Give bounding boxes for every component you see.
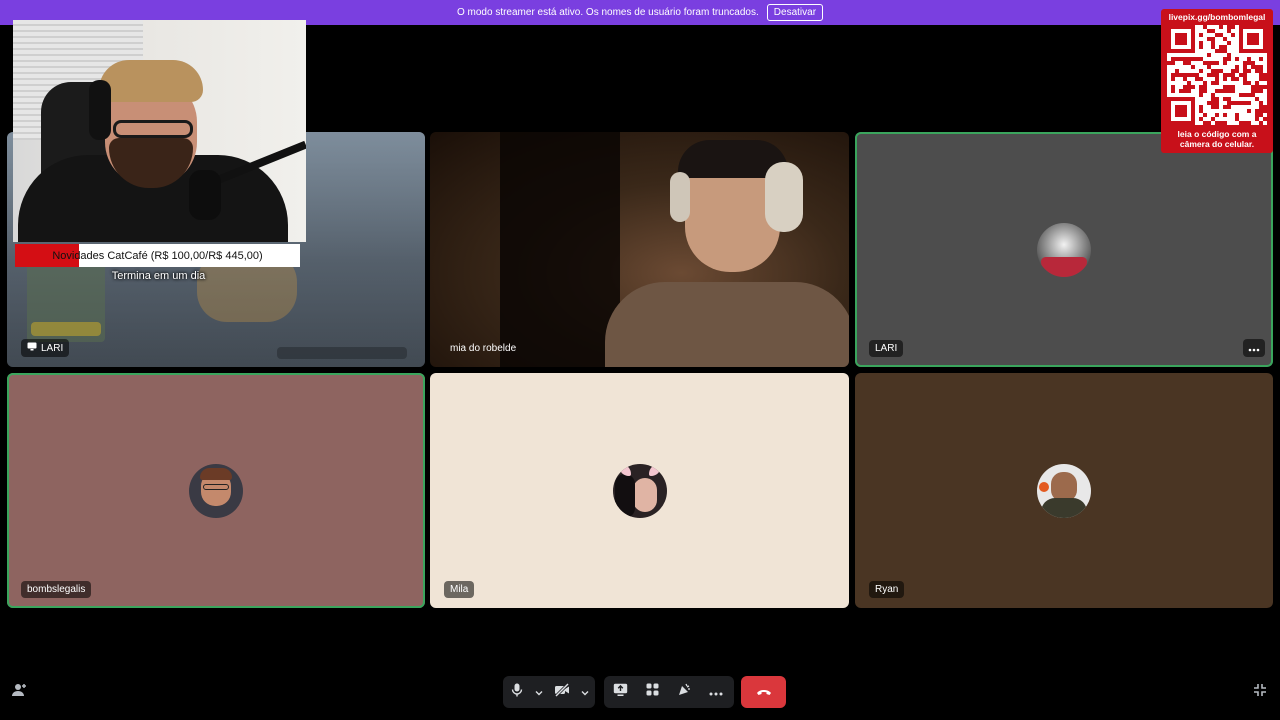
add-user-icon — [11, 682, 27, 703]
activities-icon — [646, 683, 659, 701]
disconnect-button[interactable] — [741, 676, 786, 708]
participant-name-tag: Ryan — [869, 581, 905, 598]
livepix-qr-widget: livepix.gg/bombomlegal leia o código com… — [1161, 9, 1273, 153]
participant-name: mia do robelde — [450, 343, 517, 354]
participant-name: LARI — [875, 343, 898, 354]
call-view: O modo streamer está ativo. Os nomes de … — [0, 0, 1280, 720]
person-shirt — [605, 282, 849, 367]
participant-tile-avatar[interactable]: Ryan — [855, 373, 1273, 608]
camera-button[interactable] — [547, 676, 577, 708]
participant-name-tag: mia do robelde — [444, 340, 522, 357]
avatar-face — [632, 477, 657, 512]
donation-goal-subtitle: Termina em um dia — [111, 270, 206, 282]
chevron-down-icon — [535, 683, 543, 701]
headphones — [765, 162, 803, 232]
room-shadow — [500, 132, 620, 367]
microphone-button[interactable] — [503, 676, 531, 708]
avatar — [612, 463, 667, 518]
qr-url: livepix.gg/bombomlegal — [1168, 12, 1266, 22]
qr-code-icon — [1167, 25, 1267, 125]
participant-tile-camera[interactable]: mia do robelde — [430, 132, 849, 367]
hang-up-icon — [756, 683, 772, 701]
avatar-cat-ear-right — [648, 463, 661, 476]
participant-tile-avatar[interactable]: bombslegalis — [7, 373, 425, 608]
avatar-light — [1039, 481, 1049, 492]
avatar-cat-ear-left — [618, 463, 631, 476]
streamer-webcam-overlay — [13, 20, 306, 242]
more-icon — [1248, 339, 1260, 357]
person-glasses — [113, 120, 193, 138]
avatar-collar — [1041, 256, 1087, 277]
donation-goal-label: Novidades CatCafé (R$ 100,00/R$ 445,00) — [52, 249, 263, 262]
invite-button[interactable] — [9, 682, 29, 702]
microphone-icon — [511, 683, 523, 702]
microphone-options-button[interactable] — [531, 676, 547, 708]
microphone — [189, 170, 221, 220]
chevron-down-icon — [581, 683, 589, 701]
donation-goal-bar: Novidades CatCafé (R$ 100,00/R$ 445,00) — [15, 244, 300, 267]
participant-tile-avatar[interactable]: Mila — [430, 373, 849, 608]
avatar — [1037, 222, 1091, 277]
avatar — [1037, 463, 1091, 518]
more-icon — [709, 683, 723, 701]
headphones-left — [670, 172, 690, 222]
activities-button[interactable] — [636, 676, 668, 708]
screen-share-icon — [613, 683, 628, 702]
shared-screen-button — [31, 322, 101, 336]
participant-name-tag: bombslegalis — [21, 581, 92, 598]
soundboard-icon — [677, 682, 692, 702]
avatar-hair — [614, 473, 635, 518]
more-options-button[interactable] — [700, 676, 732, 708]
avatar-hair — [200, 467, 232, 480]
avatar-glasses — [203, 483, 229, 490]
participant-name-tag: LARI — [21, 339, 70, 357]
camera-options-button[interactable] — [577, 676, 593, 708]
qr-caption-line: leia o código com a — [1177, 129, 1257, 139]
participant-name-tag: LARI — [869, 340, 904, 357]
qr-caption: leia o código com a câmera do celular. — [1161, 129, 1273, 149]
tile-options-button[interactable] — [1243, 339, 1265, 357]
participant-name: Ryan — [875, 584, 899, 595]
camera-off-icon — [554, 682, 570, 702]
qr-caption-line: câmera do celular. — [1179, 139, 1255, 149]
exit-fullscreen-button[interactable] — [1250, 682, 1270, 702]
participant-tile-avatar[interactable]: LARI — [855, 132, 1273, 367]
screen-share-button[interactable] — [604, 676, 636, 708]
participant-name: LARI — [41, 342, 64, 354]
soundboard-button[interactable] — [668, 676, 700, 708]
participant-name: bombslegalis — [27, 584, 86, 595]
avatar-shirt — [1041, 497, 1087, 518]
screen-share-icon — [27, 342, 37, 354]
disable-streamer-mode-button[interactable]: Desativar — [766, 4, 824, 21]
avatar — [189, 463, 243, 518]
participant-name: Mila — [450, 584, 469, 595]
call-actions — [604, 676, 734, 708]
media-controls — [503, 676, 595, 708]
headphones — [89, 80, 111, 140]
person-hair — [99, 60, 203, 102]
shared-screen-toolbar — [277, 347, 407, 359]
streamer-mode-message: O modo streamer está ativo. Os nomes de … — [456, 7, 759, 18]
participant-name-tag: Mila — [444, 581, 475, 598]
camera-video — [430, 132, 849, 367]
fullscreen-exit-icon — [1253, 683, 1267, 702]
